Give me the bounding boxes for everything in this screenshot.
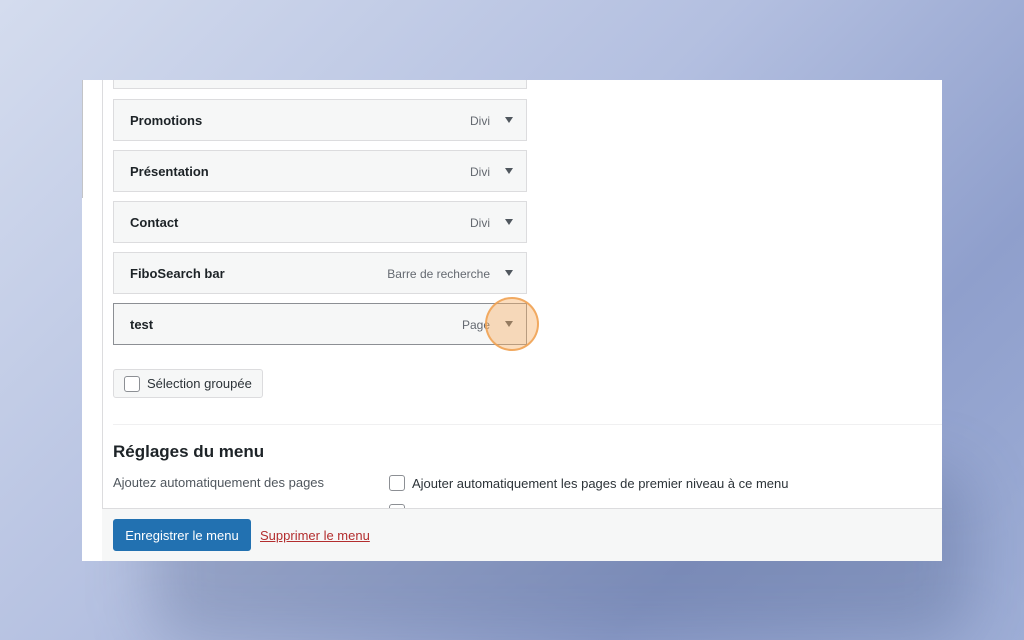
bulk-select-checkbox[interactable]	[124, 375, 140, 392]
menu-item-promotions[interactable]: Promotions Divi	[113, 99, 527, 141]
menu-item-title: Présentation	[130, 164, 209, 179]
triangle-down-icon[interactable]	[500, 111, 518, 129]
menu-item-type: Divi	[470, 114, 490, 128]
menu-item-partial[interactable]	[113, 80, 527, 89]
triangle-down-icon[interactable]	[500, 213, 518, 231]
triangle-down-icon[interactable]	[500, 162, 518, 180]
menu-item-fibosearch[interactable]: FiboSearch bar Barre de recherche	[113, 252, 527, 294]
auto-add-option-label: Ajouter automatiquement les pages de pre…	[412, 475, 789, 491]
menu-item-title: Contact	[130, 215, 179, 230]
left-edge-mark	[82, 80, 83, 198]
triangle-down-icon[interactable]	[500, 315, 518, 333]
section-divider	[113, 424, 942, 425]
menu-item-presentation[interactable]: Présentation Divi	[113, 150, 527, 192]
menu-item-contact[interactable]: Contact Divi	[113, 201, 527, 243]
auto-add-label: Ajoutez automatiquement des pages	[113, 475, 325, 490]
menu-item-type: Divi	[470, 216, 490, 230]
menu-item-type: Divi	[470, 165, 490, 179]
delete-menu-link[interactable]: Supprimer le menu	[260, 528, 370, 543]
auto-add-checkbox[interactable]	[389, 475, 405, 491]
menu-settings-title: Réglages du menu	[113, 442, 265, 461]
menu-item-type: Page	[461, 318, 490, 332]
bulk-select-label: Sélection groupée	[147, 376, 252, 391]
menu-item-title: test	[130, 317, 154, 332]
triangle-down-icon[interactable]	[500, 264, 518, 282]
menu-item-test[interactable]: test Page	[113, 303, 527, 345]
menu-footer: Enregistrer le menu Supprimer le menu	[102, 508, 942, 561]
bulk-select[interactable]: Sélection groupée	[113, 369, 263, 398]
menu-item-title: Promotions	[130, 113, 203, 128]
menu-editor-panel: Promotions Divi Présentation Divi Contac…	[82, 80, 942, 561]
auto-add-option[interactable]: Ajouter automatiquement les pages de pre…	[389, 475, 789, 491]
menu-item-title: FiboSearch bar	[130, 266, 225, 281]
menu-item-type: Barre de recherche	[387, 267, 490, 281]
save-menu-button[interactable]: Enregistrer le menu	[113, 519, 251, 551]
left-rail-divider	[102, 80, 103, 561]
